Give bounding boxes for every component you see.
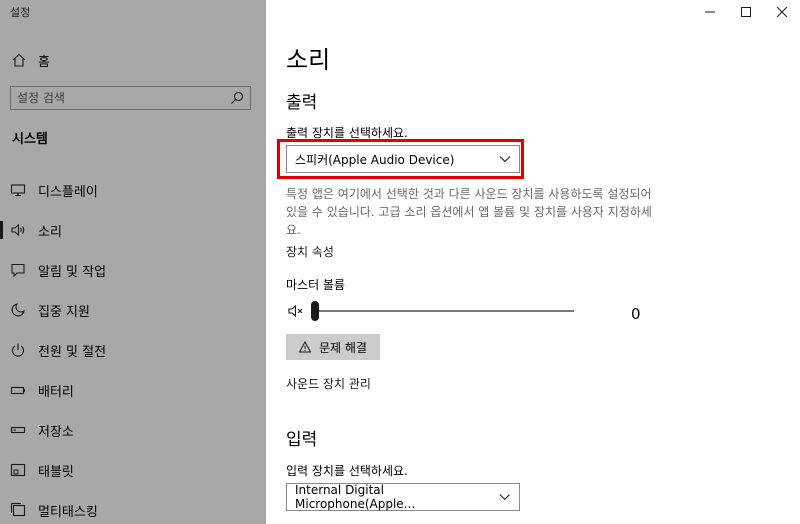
home-icon: [12, 53, 26, 67]
speaker-muted-icon[interactable]: [288, 303, 306, 319]
sidebar-item-label: 소리: [38, 224, 62, 240]
sidebar-item-notifications[interactable]: 알림 및 작업: [0, 250, 266, 290]
sidebar-item-display[interactable]: 디스플레이: [0, 170, 266, 210]
device-properties-link[interactable]: 장치 속성: [286, 243, 334, 260]
minimize-icon: [705, 11, 715, 13]
output-device-value: 스피커(Apple Audio Device): [295, 152, 455, 167]
home-link[interactable]: 홈: [12, 50, 50, 70]
warning-icon: [299, 341, 311, 353]
window-controls: [692, 0, 800, 24]
sidebar-item-battery[interactable]: 배터리: [0, 370, 266, 410]
home-label: 홈: [38, 54, 50, 70]
sidebar-item-label: 태블릿: [38, 464, 74, 480]
search-icon[interactable]: [230, 91, 244, 105]
close-icon: [777, 7, 787, 17]
chevron-down-icon: [500, 494, 511, 501]
slider-thumb[interactable]: [311, 301, 319, 321]
power-icon: [11, 343, 25, 357]
minimize-button[interactable]: [692, 0, 728, 24]
manage-sound-devices-link[interactable]: 사운드 장치 관리: [286, 375, 371, 392]
sidebar-item-multitasking[interactable]: 멀티태스킹: [0, 490, 266, 524]
master-volume-label: 마스터 볼륨: [286, 278, 346, 292]
monitor-icon: [10, 184, 26, 197]
sidebar-nav: 디스플레이 소리 알림 및 작업 집중 지원 전원 및 절전 배터리 저장소 태…: [0, 170, 266, 524]
master-volume-slider[interactable]: [286, 300, 646, 322]
search-input[interactable]: [17, 91, 230, 105]
sidebar-item-label: 멀티태스킹: [38, 504, 98, 520]
app-title: 설정: [10, 6, 31, 19]
page-title: 소리: [286, 46, 331, 74]
storage-icon: [10, 426, 26, 434]
maximize-icon: [741, 7, 751, 17]
sidebar-item-label: 집중 지원: [38, 304, 90, 320]
sidebar-item-focus[interactable]: 집중 지원: [0, 290, 266, 330]
sidebar-item-label: 저장소: [38, 424, 74, 440]
troubleshoot-label: 문제 해결: [319, 340, 367, 355]
moon-icon: [11, 303, 25, 317]
settings-search[interactable]: [10, 86, 251, 110]
close-button[interactable]: [764, 0, 800, 24]
sidebar-item-label: 배터리: [38, 384, 74, 400]
tablet-icon: [10, 463, 26, 477]
slider-track[interactable]: [314, 310, 574, 312]
sidebar-item-tablet[interactable]: 태블릿: [0, 450, 266, 490]
troubleshoot-button[interactable]: 문제 해결: [286, 334, 380, 360]
sidebar-item-storage[interactable]: 저장소: [0, 410, 266, 450]
battery-icon: [10, 386, 25, 395]
section-title: 시스템: [12, 132, 48, 147]
input-device-value: Internal Digital Microphone(Apple...: [295, 483, 416, 511]
output-device-dropdown[interactable]: 스피커(Apple Audio Device): [286, 145, 520, 173]
chevron-down-icon: [499, 156, 511, 163]
sidebar: 설정 홈 시스템 디스플레이 소리 알림 및 작업 집중 지원 전원 및 절전: [0, 0, 266, 524]
input-device-dropdown[interactable]: Internal Digital Microphone(Apple...: [286, 483, 520, 511]
sidebar-item-power[interactable]: 전원 및 절전: [0, 330, 266, 370]
output-heading: 출력: [286, 93, 318, 113]
sidebar-item-label: 알림 및 작업: [38, 264, 107, 280]
speaker-icon: [11, 223, 25, 237]
maximize-button[interactable]: [728, 0, 764, 24]
input-select-label: 입력 장치를 선택하세요.: [286, 464, 408, 478]
sidebar-item-label: 디스플레이: [38, 184, 98, 200]
sidebar-item-sound[interactable]: 소리: [0, 210, 266, 250]
multitasking-icon: [10, 502, 26, 517]
notification-icon: [11, 263, 25, 278]
output-description: 특정 앱은 여기에서 선택한 것과 다른 사운드 장치를 사용하도록 설정되어 …: [286, 187, 652, 237]
volume-value: 0: [631, 305, 641, 323]
input-heading: 입력: [286, 430, 318, 450]
sidebar-item-label: 전원 및 절전: [38, 344, 107, 360]
